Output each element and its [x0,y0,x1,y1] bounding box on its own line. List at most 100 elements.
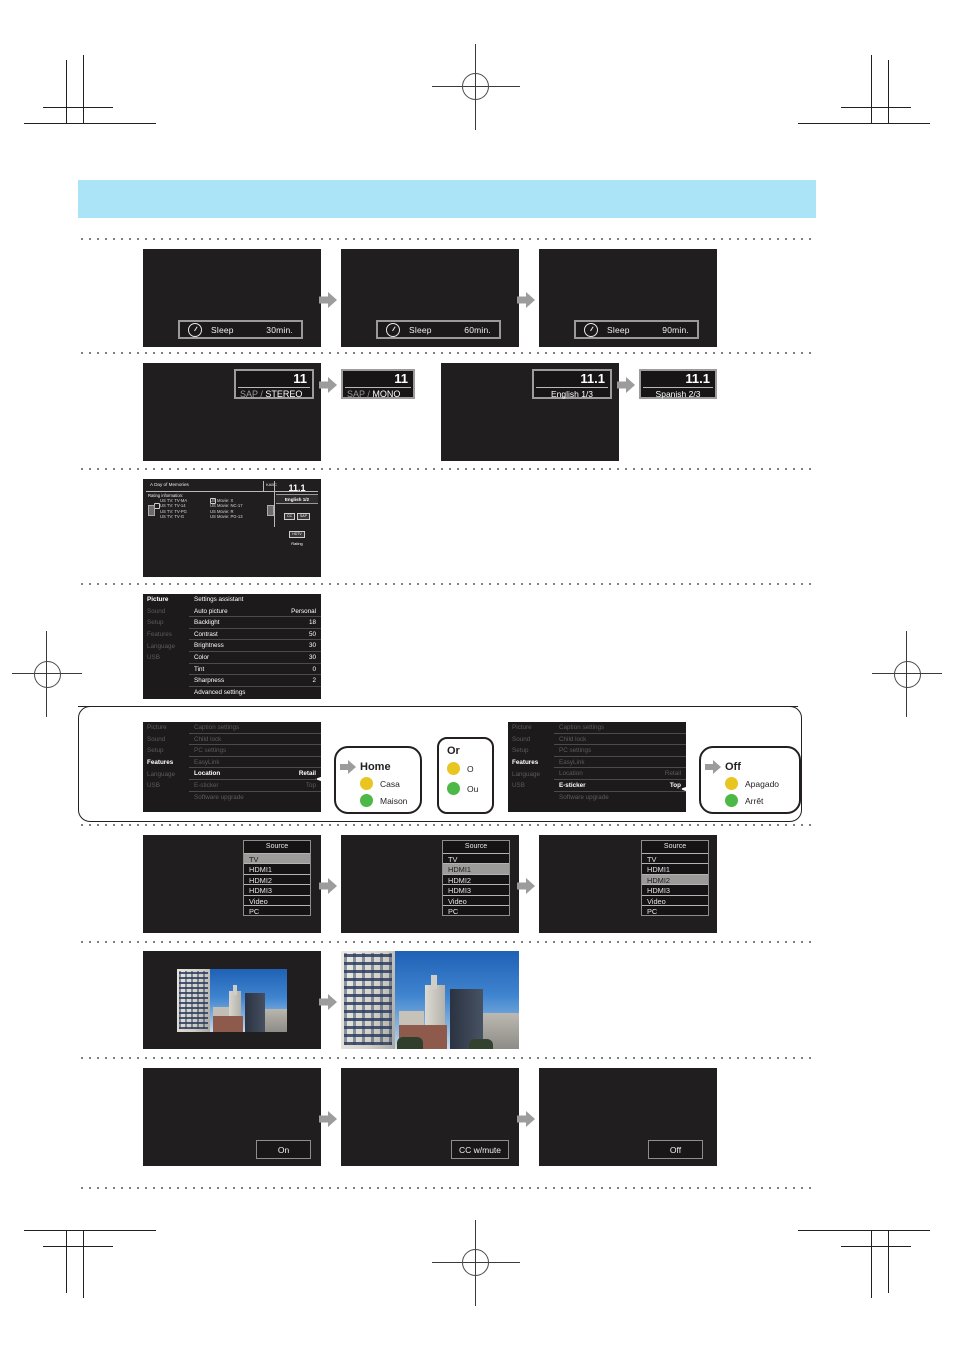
menu-row: Features EasyLink [143,757,321,769]
menu-item-easylink[interactable]: EasyLink [189,757,261,769]
menu-category-usb[interactable]: USB [143,654,189,661]
menu-category-setup[interactable]: Setup [143,747,189,754]
menu-item-location[interactable]: Location [554,768,626,780]
menu-item-pc-settings[interactable]: PC settings [189,745,261,757]
menu-value [261,722,321,734]
menu-category-features[interactable]: Features [143,759,189,766]
menu-category-features[interactable]: Features [508,759,554,766]
menu-item-settings-assistant[interactable]: Settings assistant [189,594,261,606]
menu-item-brightness[interactable]: Brightness [189,640,261,652]
menu-row: Tint 0 [143,664,321,676]
menu-item-child-lock[interactable]: Child lock [554,734,626,746]
separator-2 [78,352,816,354]
menu-category-sound[interactable]: Sound [508,736,554,743]
menu-value [261,734,321,746]
source-item-hdmi1[interactable]: HDMI1 [642,864,708,875]
menu-item-tint[interactable]: Tint [189,664,261,676]
menu-value: 18 [261,617,321,629]
separator-8 [78,1057,816,1059]
menu-item-software-upgrade[interactable]: Software upgrade [554,792,626,804]
or-option-o: O [447,762,474,775]
menu-item-child-lock[interactable]: Child lock [189,734,261,746]
menu-item-color[interactable]: Color [189,652,261,664]
menu-row: Sharpness 2 [143,675,321,687]
menu-category-picture[interactable]: Picture [508,724,554,731]
building-red-low [213,1016,243,1032]
menu-row: Advanced settings [143,687,321,699]
source-item-video[interactable]: Video [443,896,509,906]
menu-item-auto-picture[interactable]: Auto picture [189,606,261,618]
menu-category-sound[interactable]: Sound [143,736,189,743]
menu-item-backlight[interactable]: Backlight [189,617,261,629]
menu-category-usb[interactable]: USB [508,782,554,789]
tv-screen-rating: A Day of Memories KABC Rating informatio… [143,479,321,577]
source-item-hdmi2[interactable]: HDMI2 [642,874,708,885]
menu-value [626,734,686,746]
menu-value [626,722,686,734]
menu-value: 0 [261,664,321,676]
rating-label: Rating [291,541,303,546]
source-item-video[interactable]: Video [642,896,708,906]
source-item-pc[interactable]: PC [244,906,310,917]
rating-side-panel: 11.1 English 1/2 CC SAP HDTV Rating [276,481,318,546]
menu-category-language[interactable]: Language [508,771,554,778]
menu-row: Sound Child lock [508,734,686,746]
source-item-tv[interactable]: TV [642,854,708,864]
source-item-hdmi3[interactable]: HDMI3 [244,885,310,896]
scroll-left-arrow[interactable] [148,505,155,516]
menu-category-setup[interactable]: Setup [508,747,554,754]
menu-item-easylink[interactable]: EasyLink [554,757,626,769]
source-item-pc[interactable]: PC [642,906,708,917]
menu-value [261,757,321,769]
divider [263,481,264,491]
features-menu-location: Picture Caption settings Sound Child loc… [143,722,321,812]
menu-category-picture[interactable]: Picture [143,596,189,603]
flow-arrow-1 [319,292,337,308]
menu-item-e-sticker[interactable]: E-sticker [554,780,626,792]
rating-movie: US Movie: PG-13 [210,513,243,519]
tree-foreground-2 [469,1039,493,1049]
menu-item-location[interactable]: Location [189,768,261,780]
flow-arrow-4 [617,377,635,393]
sleep-osd-3: Sleep 90min. [574,320,699,339]
sap-pill: SAP [297,512,310,520]
source-item-hdmi2[interactable]: HDMI2 [443,875,509,885]
source-item-hdmi2[interactable]: HDMI2 [244,875,310,885]
language-osd-spanish: 11.1 Spanish 2/3 [639,369,717,399]
menu-category-features[interactable]: Features [143,631,189,638]
menu-category-setup[interactable]: Setup [143,619,189,626]
menu-category-sound[interactable]: Sound [143,608,189,615]
source-item-hdmi1[interactable]: HDMI1 [443,864,509,875]
channel-number: 11.1 [288,483,306,493]
menu-item-caption-settings[interactable]: Caption settings [189,722,261,734]
menu-category-picture[interactable]: Picture [143,724,189,731]
menu-item-e-sticker[interactable]: E-sticker [189,780,261,792]
sleep-value: 90min. [662,324,689,335]
menu-item-caption-settings[interactable]: Caption settings [554,722,626,734]
menu-item-pc-settings[interactable]: PC settings [554,745,626,757]
sleep-label: Sleep [607,324,630,335]
source-item-tv[interactable]: TV [244,853,310,864]
menu-item-software-upgrade[interactable]: Software upgrade [189,792,261,804]
building-left-windows [344,953,392,1045]
menu-category-language[interactable]: Language [143,643,189,650]
menu-category-language[interactable]: Language [143,771,189,778]
menu-row: Picture Caption settings [508,722,686,734]
program-title: A Day of Memories [150,482,189,487]
source-item-video[interactable]: Video [244,896,310,906]
menu-value [261,745,321,757]
menu-item-sharpness[interactable]: Sharpness [189,675,261,687]
source-item-tv[interactable]: TV [443,854,509,864]
menu-category-usb[interactable]: USB [143,782,189,789]
yellow-button-icon [360,777,373,790]
source-item-hdmi3[interactable]: HDMI3 [443,885,509,896]
menu-row: Software upgrade [508,792,686,804]
menu-item-advanced-settings[interactable]: Advanced settings [189,687,261,699]
source-item-pc[interactable]: PC [443,906,509,917]
menu-item-contrast[interactable]: Contrast [189,629,261,641]
scroll-right-arrow[interactable] [267,505,274,516]
sleep-label: Sleep [211,324,234,335]
page-header-bar [78,180,816,218]
source-item-hdmi3[interactable]: HDMI3 [642,885,708,896]
source-item-hdmi1[interactable]: HDMI1 [244,864,310,875]
